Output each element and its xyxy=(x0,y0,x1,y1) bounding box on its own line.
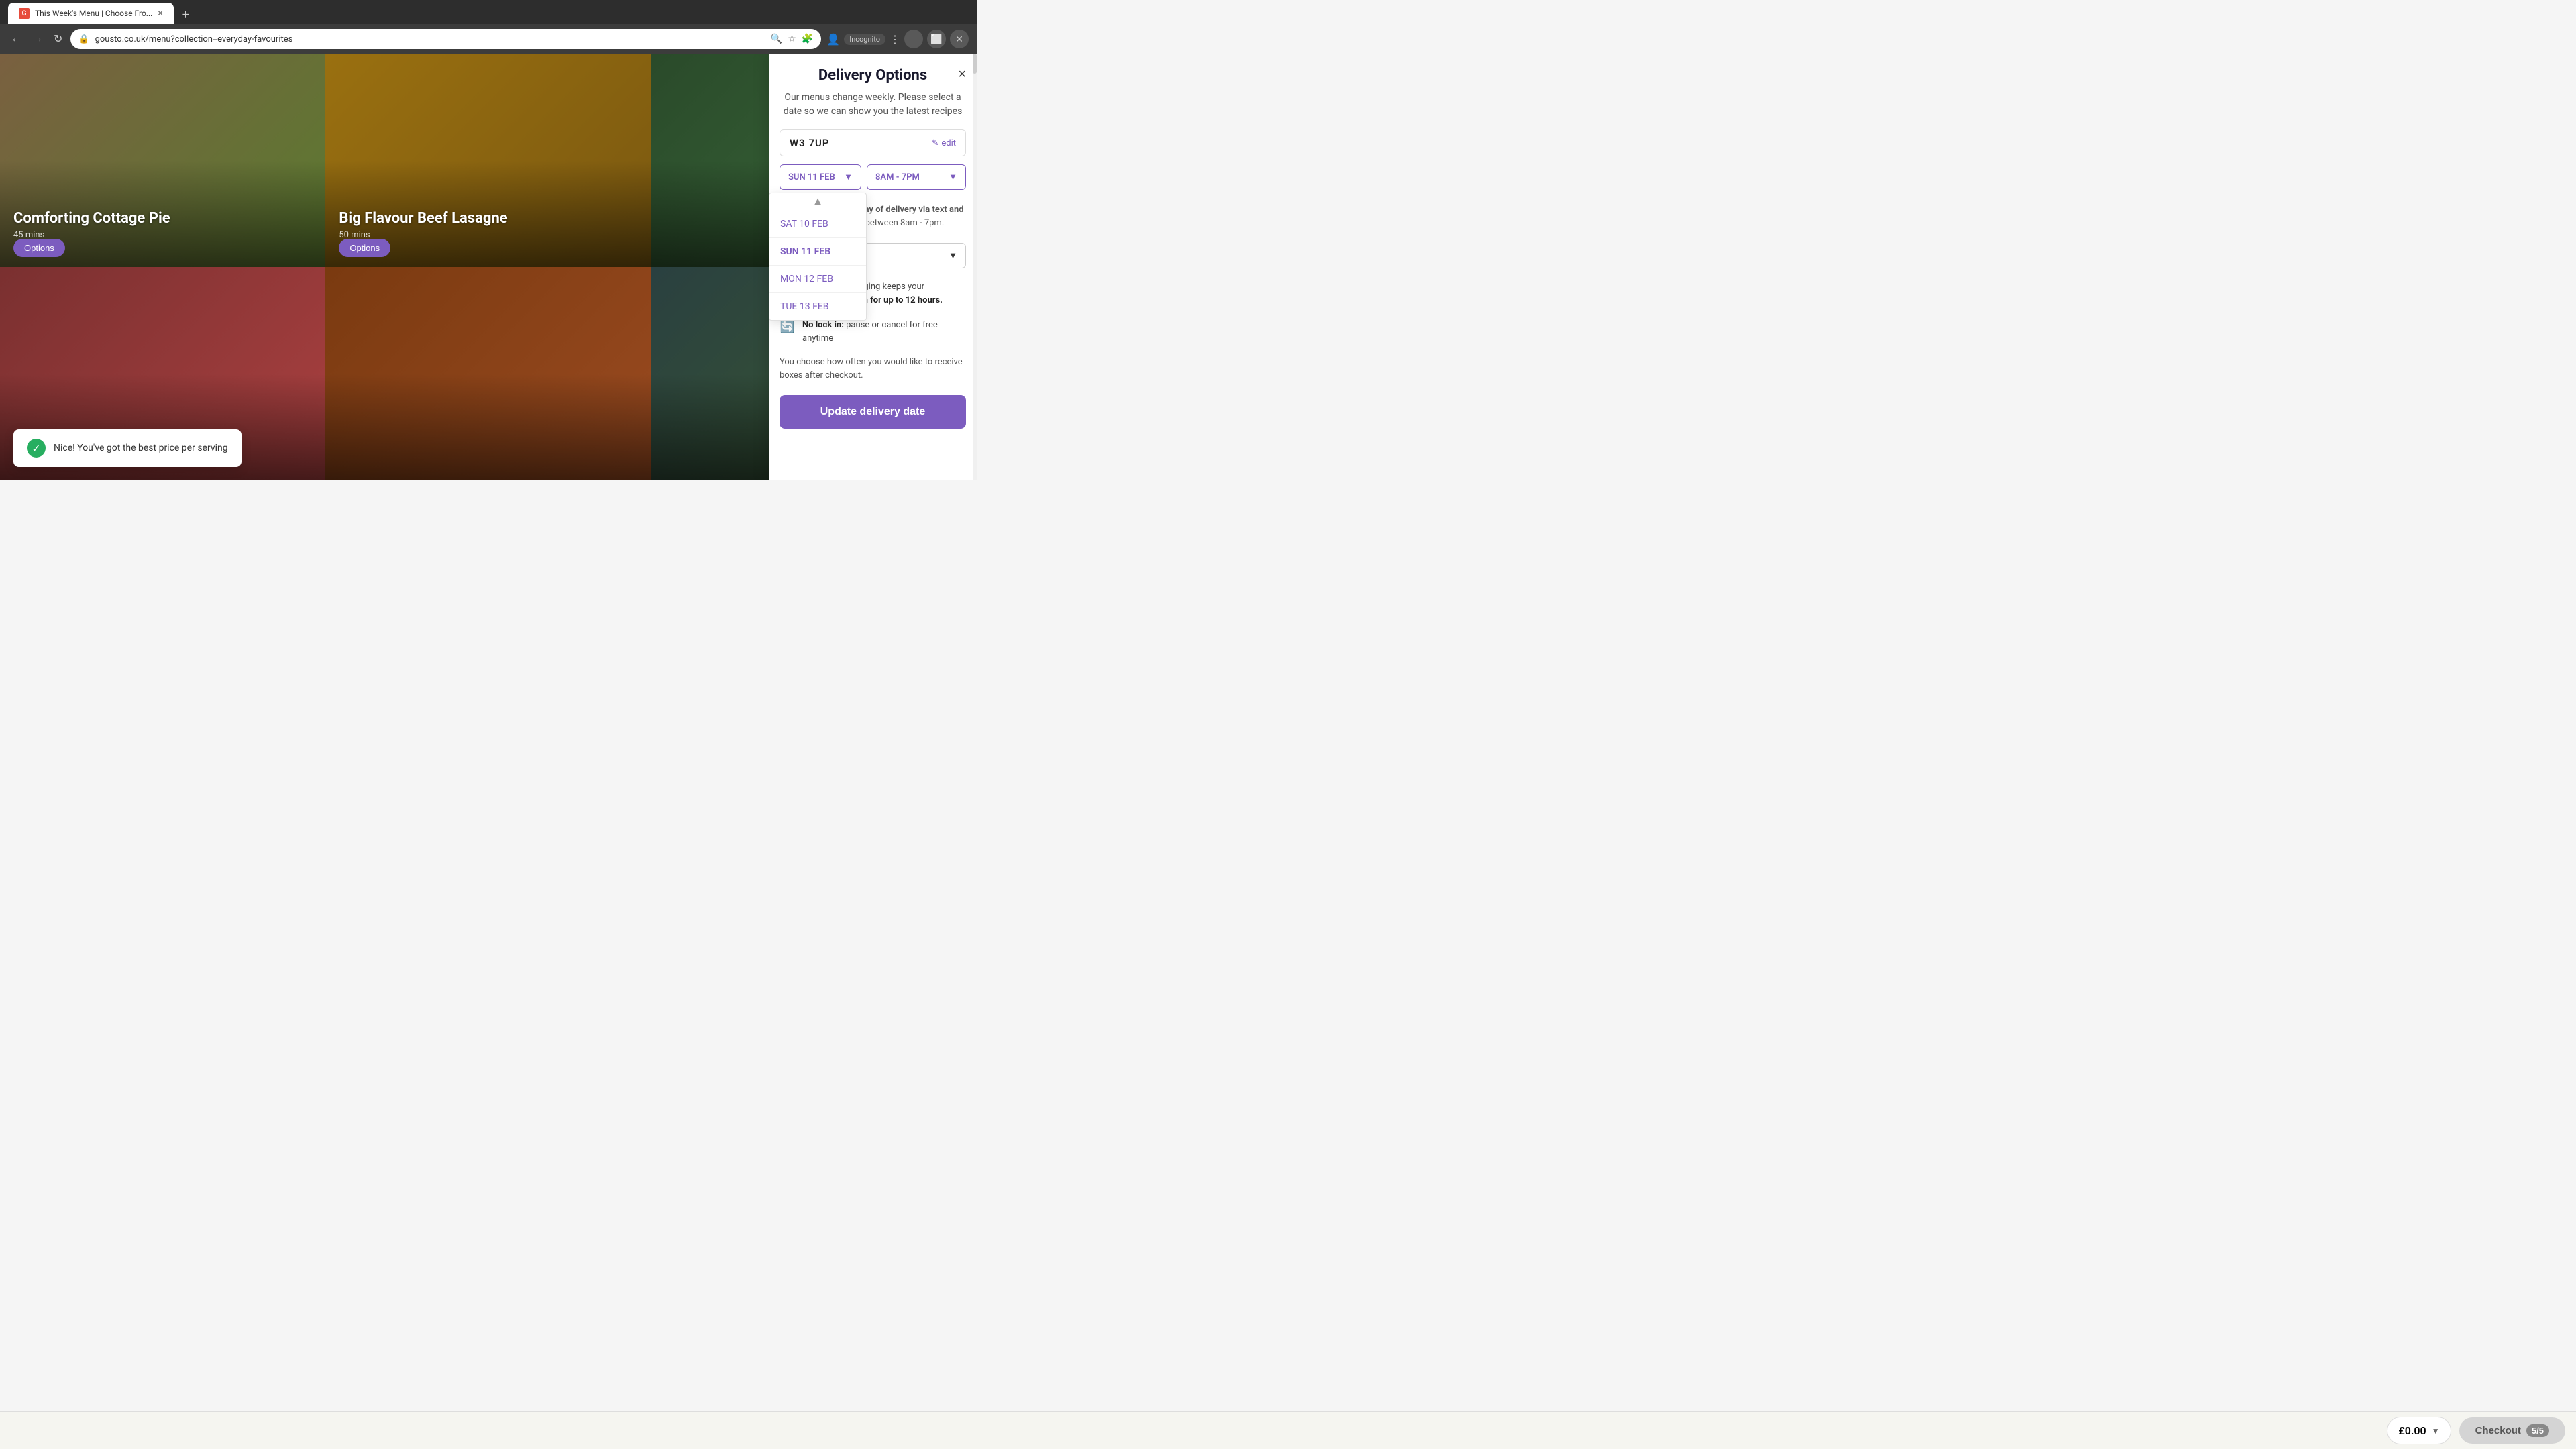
checkout-button[interactable]: Checkout 5/5 xyxy=(2459,1417,2565,1444)
date-dropdown-menu: ▲ SAT 10 FEB SUN 11 FEB MON 12 FEB TUE 1… xyxy=(769,193,867,321)
reload-button[interactable]: ↻ xyxy=(51,30,65,48)
panel-close-button[interactable]: × xyxy=(958,67,966,83)
price-text: £0.00 xyxy=(2398,1424,2426,1437)
options-button-2[interactable]: Options xyxy=(339,239,390,257)
tab-favicon: G xyxy=(19,8,30,19)
food-card-5 xyxy=(325,267,651,480)
toast-notification: ✓ Nice! You've got the best price per se… xyxy=(13,429,241,467)
selected-time: 8AM - 7PM xyxy=(875,172,920,182)
scroll-up-indicator: ▲ xyxy=(769,193,866,211)
nolock-title: No lock in: xyxy=(802,320,844,330)
tab-title: This Week's Menu | Choose Fro... xyxy=(35,9,152,18)
address-bar[interactable]: 🔒 gousto.co.uk/menu?collection=everyday-… xyxy=(70,29,821,49)
time-dropdown-arrow: ▼ xyxy=(949,172,957,182)
date-option-mon[interactable]: MON 12 FEB xyxy=(769,266,866,293)
panel-header: Delivery Options × xyxy=(769,54,977,91)
checkout-label: Checkout xyxy=(2475,1425,2521,1436)
bookmark-icon[interactable]: ☆ xyxy=(788,34,796,44)
forward-button[interactable]: → xyxy=(30,30,46,48)
date-dropdown-arrow: ▼ xyxy=(844,172,853,182)
maximize-button[interactable]: ⬜ xyxy=(927,30,946,48)
nolock-text: No lock in: pause or cancel for free any… xyxy=(802,319,966,345)
time-dropdown[interactable]: 8AM - 7PM ▼ xyxy=(867,164,966,190)
food-name-2: Big Flavour Beef Lasagne xyxy=(339,210,507,227)
date-select-wrapper: SUN 11 FEB ▼ ▲ SAT 10 FEB SUN 11 FEB MON… xyxy=(780,164,861,190)
date-time-row: SUN 11 FEB ▼ ▲ SAT 10 FEB SUN 11 FEB MON… xyxy=(780,164,966,190)
panel-title: Delivery Options xyxy=(818,67,927,84)
menu-icon[interactable]: ⋮ xyxy=(890,33,900,46)
main-content: Comforting Cottage Pie 45 mins Options B… xyxy=(0,54,977,480)
edit-postcode-link[interactable]: ✎ edit xyxy=(931,138,956,148)
date-option-sun[interactable]: SUN 11 FEB xyxy=(769,238,866,266)
delivery-panel: Delivery Options × Our menus change week… xyxy=(769,54,977,480)
minimize-button[interactable]: — xyxy=(904,30,923,48)
date-option-sat[interactable]: SAT 10 FEB xyxy=(769,211,866,238)
incognito-badge: Incognito xyxy=(844,34,885,45)
address-bar-row: ← → ↻ 🔒 gousto.co.uk/menu?collection=eve… xyxy=(0,24,977,54)
new-tab-button[interactable]: + xyxy=(176,5,195,24)
edit-icon: ✎ xyxy=(931,138,938,148)
extensions-icon[interactable]: 🧩 xyxy=(802,34,813,44)
tab-close-button[interactable]: × xyxy=(158,8,162,19)
time-slot-chevron: ▼ xyxy=(949,250,957,261)
date-dropdown[interactable]: SUN 11 FEB ▼ xyxy=(780,164,861,190)
active-tab[interactable]: G This Week's Menu | Choose Fro... × xyxy=(8,3,174,24)
edit-label: edit xyxy=(941,138,956,148)
food-card-2: Big Flavour Beef Lasagne 50 mins Options xyxy=(325,54,651,267)
user-icon[interactable]: 👤 xyxy=(826,33,840,46)
toast-text: Nice! You've got the best price per serv… xyxy=(54,443,228,453)
postcode-text: W3 7UP xyxy=(790,137,830,149)
toast-success-icon: ✓ xyxy=(27,439,46,458)
update-delivery-button[interactable]: Update delivery date xyxy=(780,395,966,429)
price-display[interactable]: £0.00 ▼ xyxy=(2387,1417,2451,1444)
postcode-row: W3 7UP ✎ edit xyxy=(780,129,966,156)
tab-bar: G This Week's Menu | Choose Fro... × + xyxy=(0,0,977,24)
checkout-count: 5/5 xyxy=(2526,1424,2549,1437)
date-option-tue[interactable]: TUE 13 FEB xyxy=(769,293,866,320)
food-name-1: Comforting Cottage Pie xyxy=(13,210,170,227)
you-choose-text: You choose how often you would like to r… xyxy=(769,353,977,390)
bottom-bar: £0.00 ▼ Checkout 5/5 xyxy=(0,1411,2576,1449)
panel-subtitle: Our menus change weekly. Please select a… xyxy=(769,91,977,129)
url-text: gousto.co.uk/menu?collection=everyday-fa… xyxy=(95,34,293,44)
food-card-1: Comforting Cottage Pie 45 mins Options xyxy=(0,54,325,267)
back-button[interactable]: ← xyxy=(8,30,24,48)
options-button-1[interactable]: Options xyxy=(13,239,65,257)
lock-icon: 🔒 xyxy=(78,34,89,44)
close-button[interactable]: ✕ xyxy=(950,30,969,48)
search-icon[interactable]: 🔍 xyxy=(771,34,782,44)
price-chevron-icon: ▼ xyxy=(2432,1426,2440,1436)
nolock-icon: 🔄 xyxy=(780,319,796,335)
selected-date: SUN 11 FEB xyxy=(788,172,835,182)
